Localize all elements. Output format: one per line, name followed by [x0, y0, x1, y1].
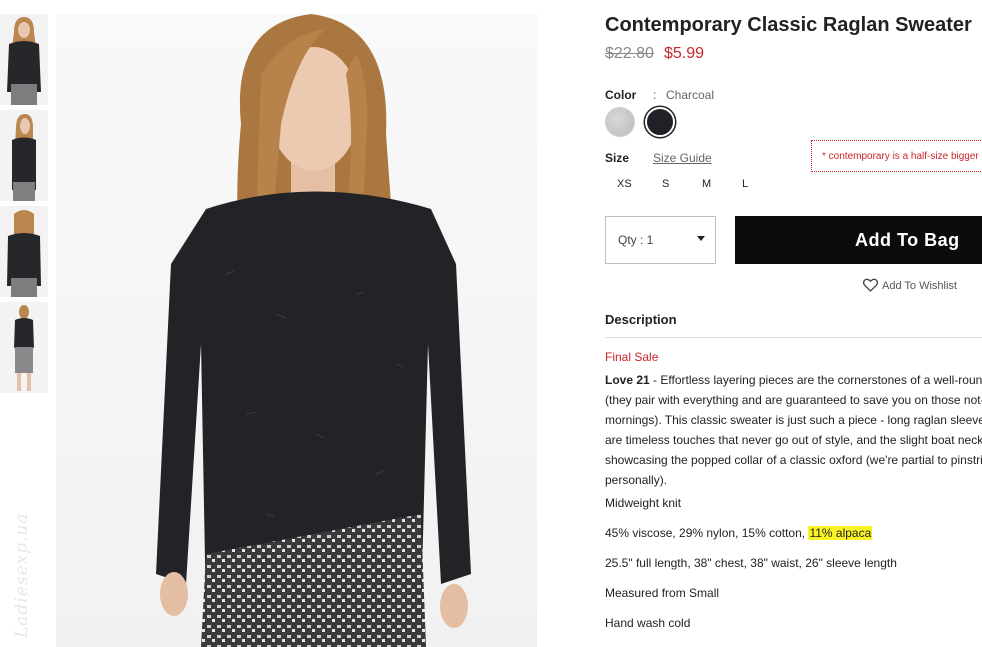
watermark: Ladiesexp.ua	[12, 512, 32, 638]
caret-down-icon	[697, 236, 705, 241]
add-to-wishlist-link[interactable]: Add To Wishlist	[862, 278, 957, 292]
highlighted-alpaca: 11% alpaca	[808, 526, 873, 540]
description-heading: Description	[605, 312, 677, 327]
final-sale-label: Final Sale	[605, 350, 659, 364]
fabric-composition: 45% viscose, 29% nylon, 15% cotton, 11% …	[605, 526, 873, 540]
description-line: - Effortless layering pieces are the cor…	[653, 373, 982, 387]
measured-from: Measured from Small	[605, 586, 720, 600]
size-guide-link[interactable]: Size Guide	[653, 151, 712, 165]
thumbnail-back[interactable]	[0, 206, 48, 297]
description-line: (they pair with everything and are guara…	[605, 393, 982, 407]
description-line: mornings). This classic sweater is just …	[605, 413, 982, 427]
quantity-label: Qty : 1	[618, 233, 654, 247]
brand-name: Love 21	[605, 373, 650, 387]
heart-icon	[862, 278, 879, 292]
original-price: $22.80	[605, 45, 654, 62]
color-swatch-grey[interactable]	[605, 107, 635, 137]
thumbnail-side[interactable]	[0, 110, 48, 201]
color-swatch-charcoal[interactable]	[645, 107, 675, 137]
quantity-select[interactable]: Qty : 1	[605, 216, 716, 264]
description-line: are timeless touches that never go out o…	[605, 433, 982, 447]
measurements: 25.5" full length, 38" chest, 38" waist,…	[605, 556, 897, 570]
fabric-weight: Midweight knit	[605, 496, 682, 510]
size-option-m[interactable]: M	[702, 178, 711, 190]
divider	[605, 337, 982, 338]
selected-color-name: Charcoal	[666, 88, 715, 102]
description-body: Love 21 - Effortless layering pieces are…	[605, 370, 982, 490]
size-option-xs[interactable]: XS	[617, 178, 632, 190]
description-line: personally).	[605, 473, 668, 487]
description-line: showcasing the popped collar of a classi…	[605, 453, 982, 467]
product-title: Contemporary Classic Raglan Sweater	[605, 14, 972, 36]
add-to-bag-button[interactable]: Add To Bag	[735, 216, 982, 264]
care-instructions: Hand wash cold	[605, 616, 691, 630]
size-option-s[interactable]: S	[662, 178, 669, 190]
model-photo	[56, 14, 537, 647]
size-note: * contemporary is a half-size bigger	[811, 140, 982, 172]
wishlist-label: Add To Wishlist	[882, 280, 957, 292]
thumbnail-full-length[interactable]	[0, 302, 48, 393]
sale-price: $5.99	[664, 45, 705, 62]
color-separator: :	[653, 88, 657, 102]
product-info-panel: Contemporary Classic Raglan Sweater $22.…	[605, 0, 982, 647]
main-product-image	[56, 14, 537, 647]
color-label: Color	[605, 88, 637, 102]
size-option-l[interactable]: L	[742, 178, 748, 190]
size-label: Size	[605, 151, 630, 165]
thumbnail-front[interactable]	[0, 14, 48, 105]
